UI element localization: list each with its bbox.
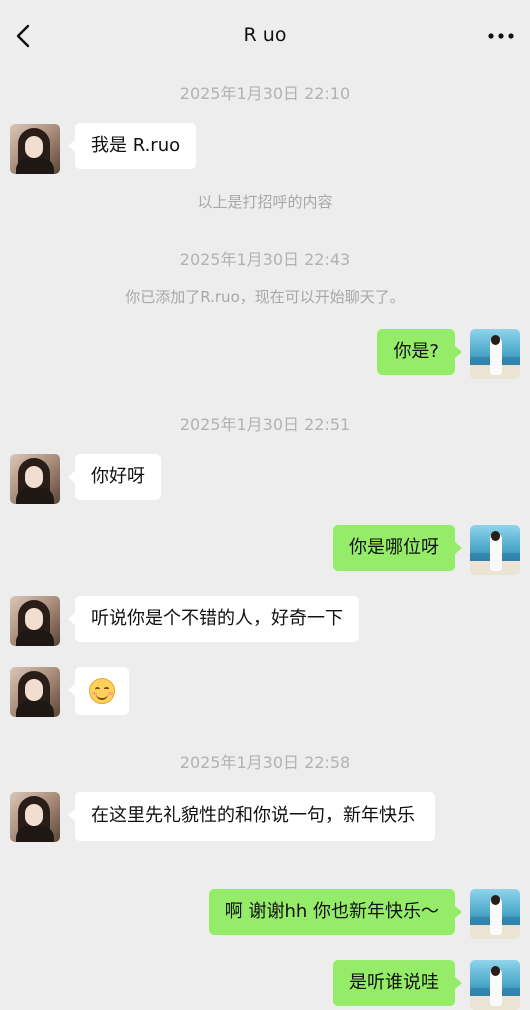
message-bubble-outgoing[interactable]: 啊 谢谢hh 你也新年快乐～: [208, 889, 463, 935]
back-button[interactable]: [10, 22, 38, 50]
message-bubble-incoming[interactable]: 你好呀: [68, 454, 161, 500]
message-bubble-incoming[interactable]: 我是 R.ruo: [67, 123, 197, 169]
chat-screen: R uo 2025年1月30日 22:10 我是 R.ruo 以上是打招呼的内容…: [0, 0, 530, 1010]
more-options-button[interactable]: [486, 24, 516, 48]
avatar-contact[interactable]: [10, 596, 60, 646]
message-bubble-outgoing[interactable]: 你是哪位呀: [333, 525, 462, 571]
avatar-contact[interactable]: [10, 454, 60, 504]
avatar-contact[interactable]: [10, 667, 60, 717]
smiling-face-emoji-icon: [89, 678, 115, 704]
system-note: 你已添加了R.ruo，现在可以开始聊天了。: [125, 288, 405, 306]
message-bubble-outgoing[interactable]: 是听谁说哇: [333, 960, 462, 1006]
chat-header: R uo: [0, 0, 530, 72]
avatar-contact[interactable]: [10, 792, 60, 842]
avatar-self[interactable]: [470, 960, 520, 1010]
message-bubble-incoming[interactable]: [68, 667, 129, 715]
timestamp: 2025年1月30日 22:58: [179, 753, 351, 772]
timestamp: 2025年1月30日 22:43: [179, 250, 351, 269]
avatar-contact[interactable]: [10, 124, 60, 174]
timestamp: 2025年1月30日 22:10: [179, 84, 351, 103]
timestamp: 2025年1月30日 22:51: [179, 415, 351, 434]
avatar-self[interactable]: [470, 889, 520, 939]
avatar-self[interactable]: [470, 329, 520, 379]
chat-title[interactable]: R uo: [244, 24, 287, 46]
avatar-self[interactable]: [470, 525, 520, 575]
system-note: 以上是打招呼的内容: [197, 193, 333, 211]
chevron-left-icon: [16, 24, 30, 48]
more-dots-icon: [488, 33, 514, 39]
message-bubble-outgoing[interactable]: 你是?: [377, 329, 462, 375]
message-bubble-incoming[interactable]: 在这里先礼貌性的和你说一句，新年快乐: [68, 792, 435, 841]
message-bubble-incoming[interactable]: 听说你是个不错的人，好奇一下: [68, 596, 359, 642]
